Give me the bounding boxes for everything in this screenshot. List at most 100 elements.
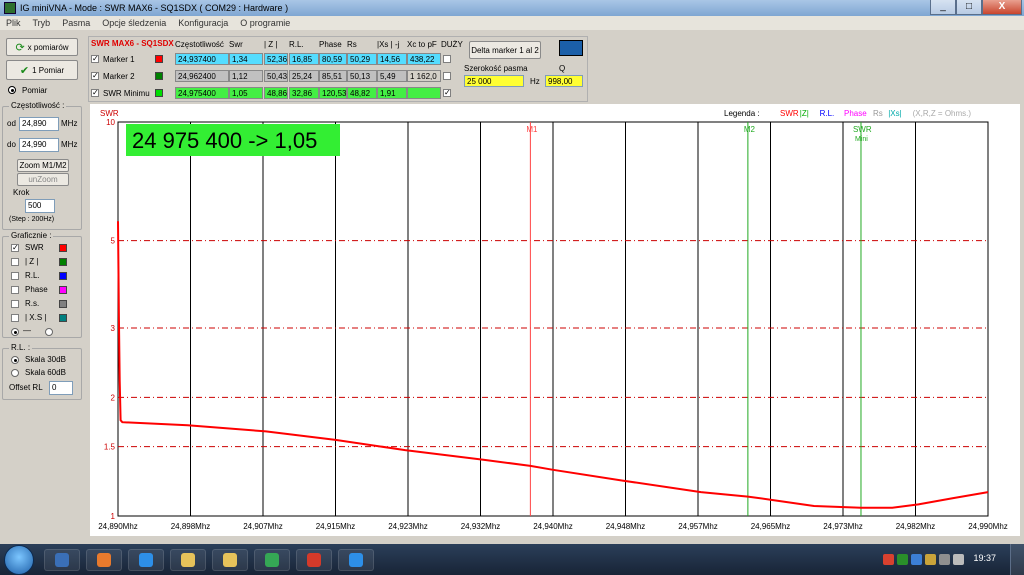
taskbar: 19:37	[0, 544, 1024, 575]
row-color-swatch[interactable]	[155, 89, 163, 97]
x-tick-label: 24,973Mhz	[823, 522, 863, 531]
row-checkbox[interactable]: ✓	[91, 89, 99, 97]
rs-checkbox[interactable]	[11, 300, 19, 308]
phase-checkbox[interactable]	[11, 286, 19, 294]
start-button[interactable]	[4, 545, 34, 575]
x-tick-label: 24,932Mhz	[461, 522, 501, 531]
menu-konfiguracja[interactable]: Konfiguracja	[178, 16, 228, 30]
offset-input[interactable]: 0	[49, 381, 73, 395]
line-style-label: —	[23, 326, 31, 335]
pdf-icon[interactable]	[296, 549, 332, 571]
vna-icon[interactable]	[254, 549, 290, 571]
column-header: Phase	[319, 40, 342, 49]
bandwidth-label: Szerokość pasma	[464, 64, 528, 73]
xs-checkbox[interactable]	[11, 314, 19, 322]
duzy-checkbox[interactable]: ✓	[443, 89, 451, 97]
table-cell: 24,975400	[175, 87, 229, 99]
x-tick-label: 24,965Mhz	[751, 522, 791, 531]
y-tick-label: 1.5	[104, 443, 116, 452]
table-cell: 24,937400	[175, 53, 229, 65]
table-cell: 50,43	[264, 70, 288, 82]
menu-o-programie[interactable]: O programie	[240, 16, 290, 30]
measure-radio[interactable]	[8, 86, 16, 94]
unzoom-button[interactable]: unZoom	[17, 173, 69, 186]
q-label: Q	[559, 64, 566, 73]
firefox-icon[interactable]	[86, 549, 122, 571]
to-freq-input[interactable]: 24,990	[19, 138, 59, 152]
line-style-radio[interactable]	[11, 328, 19, 336]
single-measure-button[interactable]: ✔ 1 Pomiar	[6, 60, 78, 80]
row-color-swatch[interactable]	[155, 72, 163, 80]
table-cell: 1,91	[377, 87, 407, 99]
rl-checkbox[interactable]	[11, 272, 19, 280]
menu-plik[interactable]: Plik	[6, 16, 21, 30]
minimize-button[interactable]: _	[930, 0, 956, 15]
tray-volume-icon[interactable]	[953, 554, 964, 565]
table-cell: 16,85	[289, 53, 319, 65]
frequency-group: Częstotliwość : od 24,890 MHz do 24,990 …	[2, 101, 82, 230]
maximize-button[interactable]: □	[956, 0, 982, 15]
row-checkbox[interactable]: ✓	[91, 72, 99, 80]
y-tick-label: 2	[111, 393, 116, 402]
table-cell: 438,22	[407, 53, 441, 65]
folder-icon[interactable]	[170, 549, 206, 571]
x-tick-label: 24,898Mhz	[171, 522, 211, 531]
from-freq-input[interactable]: 24,890	[19, 117, 59, 131]
row-color-swatch[interactable]	[155, 55, 163, 63]
menu-bar: Plik Tryb Pasma Opcje śledzenia Konfigur…	[0, 16, 1024, 30]
zoom-button[interactable]: Zoom M1/M2	[17, 159, 69, 172]
scale60-radio[interactable]	[11, 369, 19, 377]
close-button[interactable]: X	[982, 0, 1022, 15]
table-cell: 32,86	[289, 87, 319, 99]
xs-color-swatch[interactable]	[59, 314, 67, 322]
marker-label: M1	[526, 125, 538, 134]
z-checkbox[interactable]	[11, 258, 19, 266]
table-cell: 1,34	[229, 53, 263, 65]
ie-icon[interactable]	[128, 549, 164, 571]
table-cell: 1,12	[229, 70, 263, 82]
menu-opcje[interactable]: Opcje śledzenia	[102, 16, 166, 30]
left-panel: ⟳ x pomiarów ✔ 1 Pomiar Pomiar Częstotli…	[0, 32, 88, 542]
calculator-icon[interactable]	[559, 40, 583, 56]
duzy-checkbox[interactable]	[443, 72, 451, 80]
tray-blue-icon[interactable]	[911, 554, 922, 565]
table-cell: 24,962400	[175, 70, 229, 82]
marker-label: SWR	[853, 125, 872, 134]
tray-green-icon[interactable]	[897, 554, 908, 565]
table-cell: 1,05	[229, 87, 263, 99]
rs-color-swatch[interactable]	[59, 300, 67, 308]
column-header: Rs	[347, 40, 357, 49]
swr-chart: 24,890Mhz 24,898Mhz 24,907Mhz 24,915Mhz 24,9…	[98, 109, 1008, 531]
explorer-icon[interactable]	[212, 549, 248, 571]
delta-marker-button[interactable]: Delta marker 1 al 2	[469, 41, 541, 59]
step-input[interactable]: 500	[25, 199, 55, 213]
tray-yellow-icon[interactable]	[925, 554, 936, 565]
menu-pasma[interactable]: Pasma	[62, 16, 90, 30]
graph-group: Graficznie : ✓ SWR | Z | R.L. Phase R.s.…	[2, 231, 82, 338]
swr-color-swatch[interactable]	[59, 244, 67, 252]
y-axis-label: SWR	[100, 109, 119, 118]
duzy-checkbox[interactable]	[443, 55, 451, 63]
tray-network-icon[interactable]	[939, 554, 950, 565]
scale30-radio[interactable]	[11, 356, 19, 364]
row-checkbox[interactable]: ✓	[91, 55, 99, 63]
ps-icon[interactable]	[338, 549, 374, 571]
legend-item: |Xs|	[888, 109, 902, 118]
rl-color-swatch[interactable]	[59, 272, 67, 280]
scale60-label: Skala 60dB	[25, 368, 66, 377]
x-tick-label: 24,907Mhz	[243, 522, 283, 531]
column-header: DUŻY	[441, 40, 463, 49]
phase-label: Phase	[25, 285, 48, 294]
tray-alert-icon[interactable]	[883, 554, 894, 565]
repeat-measure-button[interactable]: ⟳ x pomiarów	[6, 38, 78, 56]
dot-style-radio[interactable]	[45, 328, 53, 336]
show-desktop-button[interactable]	[1010, 544, 1024, 575]
media-icon[interactable]	[44, 549, 80, 571]
window-title: IG miniVNA - Mode : SWR MAX6 - SQ1SDX ( …	[20, 3, 289, 13]
table-cell: 52,36	[264, 53, 288, 65]
phase-color-swatch[interactable]	[59, 286, 67, 294]
z-color-swatch[interactable]	[59, 258, 67, 266]
menu-tryb[interactable]: Tryb	[33, 16, 51, 30]
swr-checkbox[interactable]: ✓	[11, 244, 19, 252]
x-tick-label: 24,940Mhz	[533, 522, 573, 531]
